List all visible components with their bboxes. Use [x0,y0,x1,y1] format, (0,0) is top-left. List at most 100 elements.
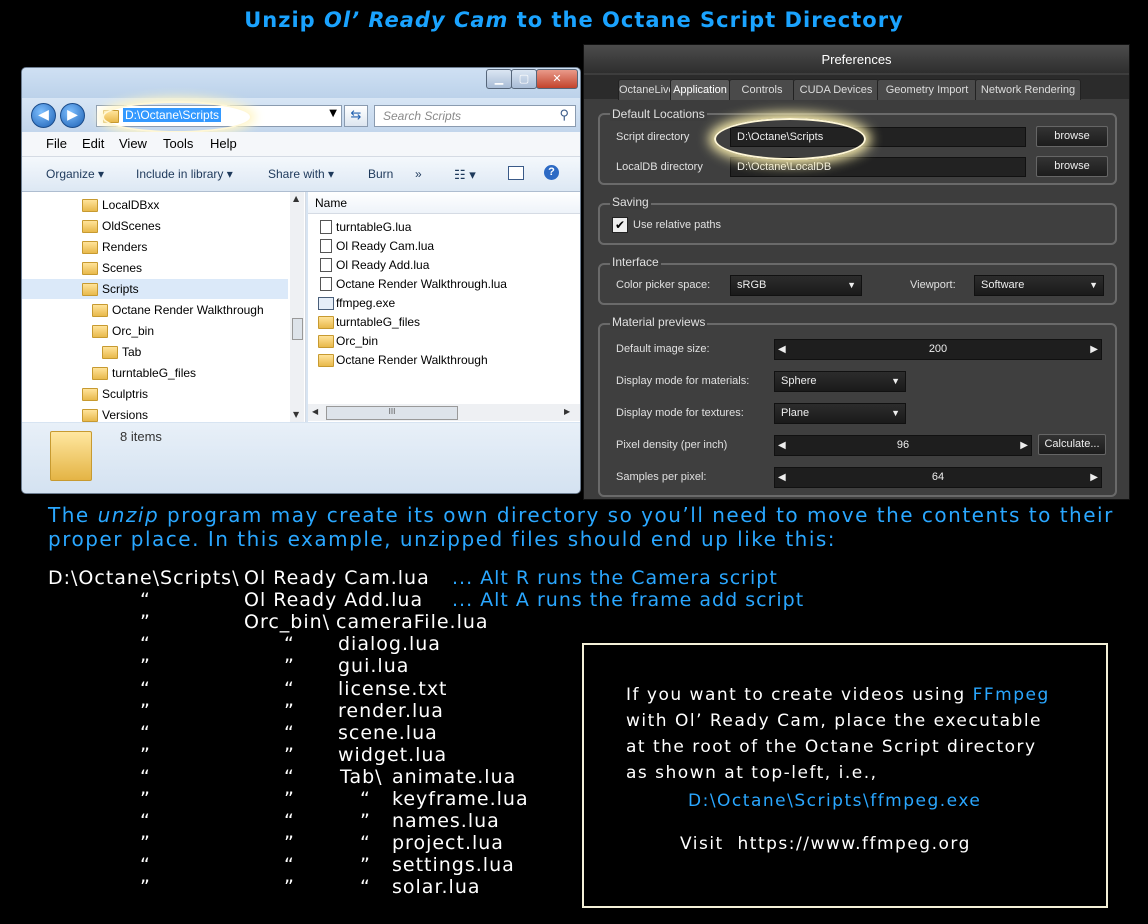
tree-note: ... Alt R runs the Camera script [452,567,778,589]
file-row[interactable]: Octane Render Walkthrough.lua [308,275,578,293]
script-directory-label: Script directory [616,131,690,143]
ditto-mark: ” [284,655,295,677]
file-row[interactable]: Ol Ready Add.lua [308,256,578,274]
folder-icon [102,346,118,359]
file-row[interactable]: ffmpeg.exe [308,294,578,312]
scroll-down-icon[interactable]: ▼ [293,410,299,419]
tab-application[interactable]: Application [670,79,730,100]
chevron-down-icon: ▼ [891,376,900,386]
column-name-label[interactable]: Name [315,196,347,210]
views-icon[interactable]: ☷ ▾ [454,167,476,183]
scroll-left-icon[interactable]: ◀ [312,407,318,416]
command-bar: Organize ▾ Include in library ▾ Share wi… [22,157,580,192]
nav-scrollbar[interactable]: ▲ ▼ [290,192,304,422]
menu-file[interactable]: File [46,136,67,151]
pixel-density-slider[interactable]: ◀ 96 ▶ [774,435,1032,456]
tab-network-rendering[interactable]: Network Rendering [975,79,1081,100]
arrow-left-icon[interactable]: ◀ [778,340,786,359]
ffmpeg-info-box: If you want to create videos using FFmpe… [582,643,1108,908]
display-textures-dropdown[interactable]: Plane ▼ [774,403,906,424]
file-list: Name ◀ III ▶ turntableG.lua Ol Ready Cam.… [308,192,580,422]
file-row[interactable]: Octane Render Walkthrough [308,351,578,369]
help-icon[interactable]: ? [544,165,559,180]
display-materials-dropdown[interactable]: Sphere ▼ [774,371,906,392]
search-icon[interactable]: ⚲ [559,107,569,123]
chevron-down-icon[interactable]: ▼ [329,108,337,119]
nav-item-label: LocalDBxx [102,198,160,212]
file-hscrollbar[interactable]: ◀ III ▶ [308,404,580,421]
tab-controls[interactable]: Controls [729,79,795,100]
nav-item[interactable]: turntableG_files [22,363,288,383]
more-button[interactable]: » [415,167,422,181]
viewport-label: Viewport: [910,279,956,291]
nav-item[interactable]: OldScenes [22,216,288,236]
default-image-size-slider[interactable]: ◀ 200 ▶ [774,339,1102,360]
file-name: turntableG.lua [336,220,412,234]
display-materials-label: Display mode for materials: [616,375,750,387]
visit-url[interactable]: Visit https://www.ffmpeg.org [680,834,971,854]
scroll-up-icon[interactable]: ▲ [293,194,299,203]
ditto-mark: “ [140,589,151,611]
arrow-right-icon[interactable]: ▶ [1020,436,1028,455]
menu-view[interactable]: View [119,136,147,151]
tab-cuda-devices[interactable]: CUDA Devices [793,79,879,100]
arrow-right-icon[interactable]: ▶ [1090,468,1098,487]
menu-help[interactable]: Help [210,136,237,151]
nav-item[interactable]: Versions [22,405,288,425]
nav-item[interactable]: Sculptris [22,384,288,404]
tree-file: names.lua [392,810,500,832]
minimize-button[interactable]: ▁ [486,69,512,89]
scroll-right-icon[interactable]: ▶ [564,407,570,416]
ffmpeg-path: D:\Octane\Scripts\ffmpeg.exe [688,791,982,811]
localdb-directory-field[interactable]: D:\Octane\LocalDB [730,157,1026,177]
tab-geometry-import[interactable]: Geometry Import [877,79,977,100]
arrow-right-icon[interactable]: ▶ [1090,340,1098,359]
file-row[interactable]: Ol Ready Cam.lua [308,237,578,255]
column-header[interactable]: Name [308,192,580,214]
browse-script-button[interactable]: browse [1036,126,1108,147]
lua-file-icon [320,220,332,234]
share-with-button[interactable]: Share with ▾ [268,167,334,181]
file-row[interactable]: turntableG_files [308,313,578,331]
arrow-left-icon[interactable]: ◀ [778,468,786,487]
menu-edit[interactable]: Edit [82,136,104,151]
close-button[interactable]: ✕ [536,69,578,89]
viewport-dropdown[interactable]: Software ▼ [974,275,1104,296]
nav-item[interactable]: LocalDBxx [22,195,288,215]
back-arrow-icon[interactable]: ◀ [31,103,56,128]
ffmpeg-link[interactable]: FFmpeg [973,685,1050,705]
refresh-icon[interactable]: ⇆ [344,105,368,127]
menu-tools[interactable]: Tools [163,136,193,151]
relative-paths-checkbox[interactable]: ✔ [612,217,628,233]
preferences-window: Preferences OctaneLive Application Contr… [583,44,1130,500]
nav-item[interactable]: Tab [22,342,288,362]
preferences-tabs: OctaneLive Application Controls CUDA Dev… [584,75,1129,100]
hscroll-thumb[interactable]: III [326,406,458,420]
maximize-button[interactable]: ▢ [511,69,537,89]
nav-item[interactable]: Scripts [22,279,288,299]
file-row[interactable]: turntableG.lua [308,218,578,236]
browse-localdb-button[interactable]: browse [1036,156,1108,177]
include-library-button[interactable]: Include in library ▾ [136,167,233,181]
color-picker-dropdown[interactable]: sRGB ▼ [730,275,862,296]
tab-octanelive[interactable]: OctaneLive [618,79,675,100]
scroll-thumb[interactable] [292,318,303,340]
preview-pane-icon[interactable] [508,166,524,180]
tree-file: settings.lua [392,854,515,876]
samples-per-pixel-slider[interactable]: ◀ 64 ▶ [774,467,1102,488]
forward-arrow-icon[interactable]: ▶ [60,103,85,128]
nav-item[interactable]: Orc_bin [22,321,288,341]
nav-item-label: Scripts [102,282,139,296]
burn-button[interactable]: Burn [368,167,393,181]
file-row[interactable]: Orc_bin [308,332,578,350]
calculate-button[interactable]: Calculate... [1038,434,1106,455]
arrow-left-icon[interactable]: ◀ [778,436,786,455]
ditto-mark: “ [140,633,151,655]
organize-button[interactable]: Organize ▾ [46,167,104,181]
nav-item[interactable]: Scenes [22,258,288,278]
nav-item[interactable]: Octane Render Walkthrough [22,300,288,320]
nav-item[interactable]: Renders [22,237,288,257]
search-input[interactable]: Search Scripts ⚲ [374,105,576,127]
display-textures-label: Display mode for textures: [616,407,744,419]
tree-file: dialog.lua [338,633,441,655]
